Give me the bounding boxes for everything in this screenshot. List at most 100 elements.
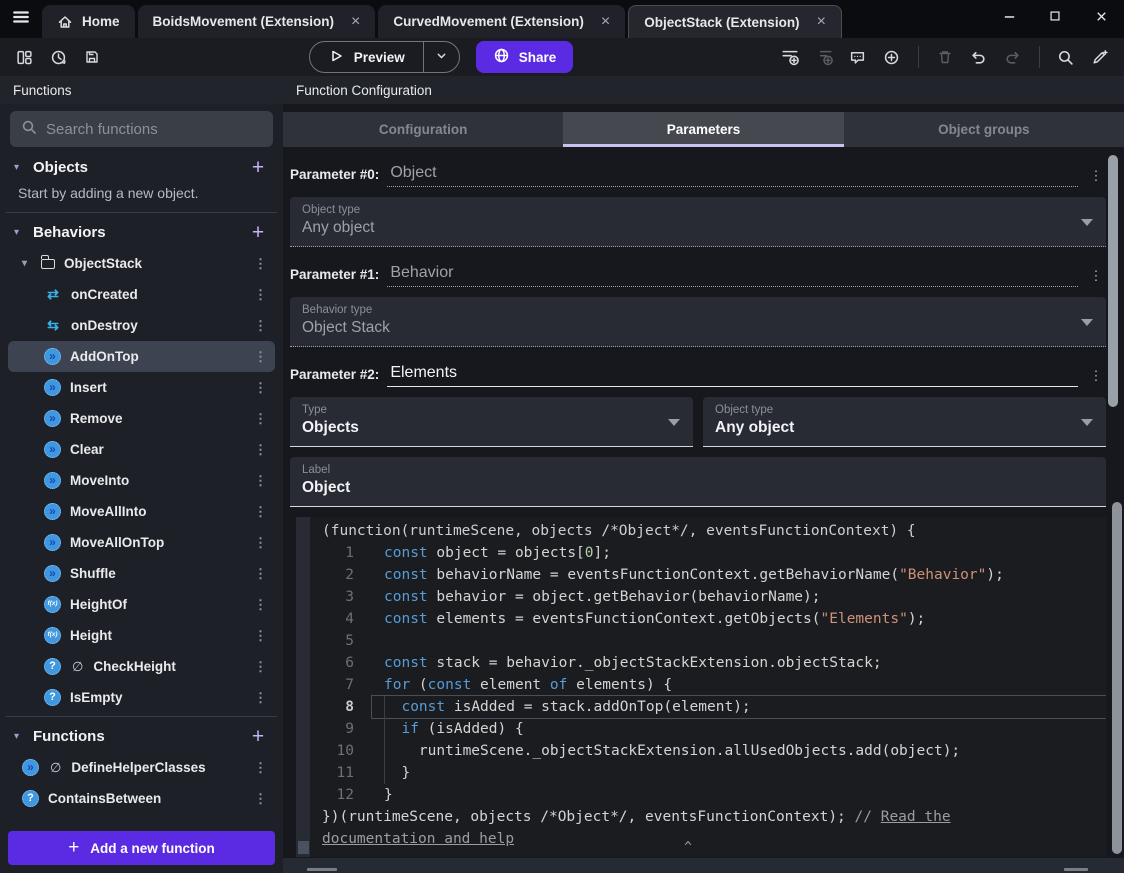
item-menu-button[interactable]: ⋮	[254, 566, 268, 582]
field-type-select[interactable]: Type Objects	[290, 397, 693, 447]
item-menu-button[interactable]: ⋮	[254, 442, 268, 458]
tree-item-height[interactable]: f(x) Height ⋮	[8, 620, 275, 651]
add-circle-icon[interactable]	[878, 43, 906, 71]
tab-curvedmovement-extension[interactable]: CurvedMovement (Extension) ×	[378, 5, 626, 38]
comment-icon[interactable]	[844, 43, 872, 71]
tree-item-heightof[interactable]: f(x) HeightOf ⋮	[8, 589, 275, 620]
parameter-2-menu-button[interactable]: ⋮	[1086, 368, 1106, 387]
chevron-down-icon[interactable]: ▾	[22, 258, 32, 269]
collapse-hint-icon[interactable]: ^	[684, 837, 692, 857]
history-icon[interactable]	[44, 43, 72, 71]
field-object-type-select[interactable]: Object type Any object	[703, 397, 1106, 447]
ai-pen-icon[interactable]	[1086, 43, 1114, 71]
item-menu-button[interactable]: ⋮	[254, 318, 268, 334]
parameter-2-name-input[interactable]: Elements	[387, 364, 1078, 387]
field-object-type-select[interactable]: Object type Any object	[290, 197, 1106, 247]
minimize-button[interactable]	[986, 0, 1032, 32]
code-editor-scrollbar[interactable]	[1112, 502, 1122, 854]
tree-item-oncreated[interactable]: ⇄ onCreated ⋮	[8, 279, 275, 310]
code-token: }	[384, 765, 411, 781]
parameters-scrollbar[interactable]	[1108, 155, 1118, 407]
parameter-0-name-input[interactable]: Object	[387, 164, 1078, 187]
tree-item-insert[interactable]: » Insert ⋮	[8, 372, 275, 403]
section-functions[interactable]: ▾ Functions +	[8, 721, 275, 752]
code-line-content: runtimeScene._objectStackExtension.allUs…	[372, 740, 1106, 762]
fields-row: Label Object	[290, 457, 1106, 507]
config-tab-parameters[interactable]: Parameters	[563, 112, 844, 147]
field-label-select[interactable]: Label Object	[290, 457, 1106, 507]
item-menu-button[interactable]: ⋮	[254, 597, 268, 613]
item-menu-button[interactable]: ⋮	[254, 473, 268, 489]
tree-item-moveallontop[interactable]: » MoveAllOnTop ⋮	[8, 527, 275, 558]
item-menu-button[interactable]: ⋮	[254, 256, 268, 272]
code-token: of	[549, 677, 568, 693]
item-menu-button[interactable]: ⋮	[254, 287, 268, 303]
undo-icon[interactable]	[965, 43, 993, 71]
tab-objectstack-extension[interactable]: ObjectStack (Extension) ×	[628, 5, 842, 38]
field-behavior-type-select[interactable]: Behavior type Object Stack	[290, 297, 1106, 347]
tab-home[interactable]: Home	[42, 5, 135, 38]
parameter-1-name-input[interactable]: Behavior	[387, 264, 1078, 287]
tab-boidsmovement-extension[interactable]: BoidsMovement (Extension) ×	[137, 5, 376, 38]
item-menu-button[interactable]: ⋮	[254, 380, 268, 396]
item-menu-button[interactable]: ⋮	[254, 411, 268, 427]
item-menu-button[interactable]: ⋮	[254, 504, 268, 520]
tree-item-checkheight[interactable]: ? ∅ CheckHeight ⋮	[8, 651, 275, 682]
code-token: behaviorName = eventsFunctionContext.get…	[427, 567, 900, 583]
item-menu-button[interactable]: ⋮	[254, 791, 268, 807]
action-icon: »	[22, 759, 39, 776]
close-tab-icon[interactable]: ×	[601, 13, 610, 31]
main-menu-button[interactable]	[0, 0, 42, 38]
tree-item-moveallinto[interactable]: » MoveAllInto ⋮	[8, 496, 275, 527]
tree-item-addontop[interactable]: » AddOnTop ⋮	[8, 341, 275, 372]
field-value: Any object	[715, 419, 795, 436]
parameter-1-menu-button[interactable]: ⋮	[1086, 268, 1106, 287]
preview-dropdown-button[interactable]	[422, 42, 459, 72]
close-tab-icon[interactable]: ×	[817, 13, 826, 31]
item-menu-button[interactable]: ⋮	[254, 535, 268, 551]
tree-item-isempty[interactable]: ? IsEmpty ⋮	[8, 682, 275, 713]
search-functions-box[interactable]	[10, 111, 273, 147]
action-icon: »	[44, 441, 61, 458]
tree-item-label: Insert	[70, 380, 107, 395]
documentation-link[interactable]: Read the	[881, 809, 951, 825]
section-functions-label: Functions	[33, 728, 105, 745]
add-behavior-button[interactable]: +	[247, 222, 269, 243]
search-functions-input[interactable]	[46, 120, 262, 138]
share-button[interactable]: Share	[475, 41, 574, 73]
item-menu-button[interactable]: ⋮	[254, 690, 268, 706]
maximize-button[interactable]	[1032, 0, 1078, 32]
item-menu-button[interactable]: ⋮	[254, 760, 268, 776]
item-menu-button[interactable]: ⋮	[254, 628, 268, 644]
search-icon[interactable]	[1052, 43, 1080, 71]
code-token: const	[384, 589, 428, 605]
panels-icon[interactable]	[10, 43, 38, 71]
item-menu-button[interactable]: ⋮	[254, 659, 268, 675]
tree-item-shuffle[interactable]: » Shuffle ⋮	[8, 558, 275, 589]
tree-item-moveinto[interactable]: » MoveInto ⋮	[8, 465, 275, 496]
tree-item-objectstack[interactable]: ▾ ObjectStack ⋮	[8, 248, 275, 279]
tree-item-containsbetween[interactable]: ? ContainsBetween ⋮	[8, 783, 275, 814]
add-new-function-button[interactable]: + Add a new function	[8, 831, 275, 865]
save-icon[interactable]	[78, 43, 106, 71]
tree-item-definehelperclasses[interactable]: » ∅ DefineHelperClasses ⋮	[8, 752, 275, 783]
config-tab-object-groups[interactable]: Object groups	[844, 112, 1124, 147]
section-behaviors[interactable]: ▾ Behaviors +	[8, 217, 275, 248]
add-object-button[interactable]: +	[247, 157, 269, 178]
preview-button[interactable]: Preview	[308, 41, 460, 73]
add-event-icon[interactable]	[776, 43, 804, 71]
section-objects[interactable]: ▾ Objects +	[8, 152, 275, 183]
tree-item-label: onDestroy	[71, 318, 138, 333]
close-window-button[interactable]	[1078, 0, 1124, 32]
code-fold-marker[interactable]	[298, 841, 309, 854]
documentation-link[interactable]: documentation and help	[322, 831, 514, 847]
config-tab-configuration[interactable]: Configuration	[283, 112, 563, 147]
tree-item-ondestroy[interactable]: ⇆ onDestroy ⋮	[8, 310, 275, 341]
tree-item-remove[interactable]: » Remove ⋮	[8, 403, 275, 434]
item-menu-button[interactable]: ⋮	[254, 349, 268, 365]
add-function-plus-button[interactable]: +	[247, 726, 269, 747]
code-editor[interactable]: (function(runtimeScene, objects /*Object…	[296, 517, 1106, 857]
parameter-0-menu-button[interactable]: ⋮	[1086, 168, 1106, 187]
tree-item-clear[interactable]: » Clear ⋮	[8, 434, 275, 465]
close-tab-icon[interactable]: ×	[351, 13, 360, 31]
